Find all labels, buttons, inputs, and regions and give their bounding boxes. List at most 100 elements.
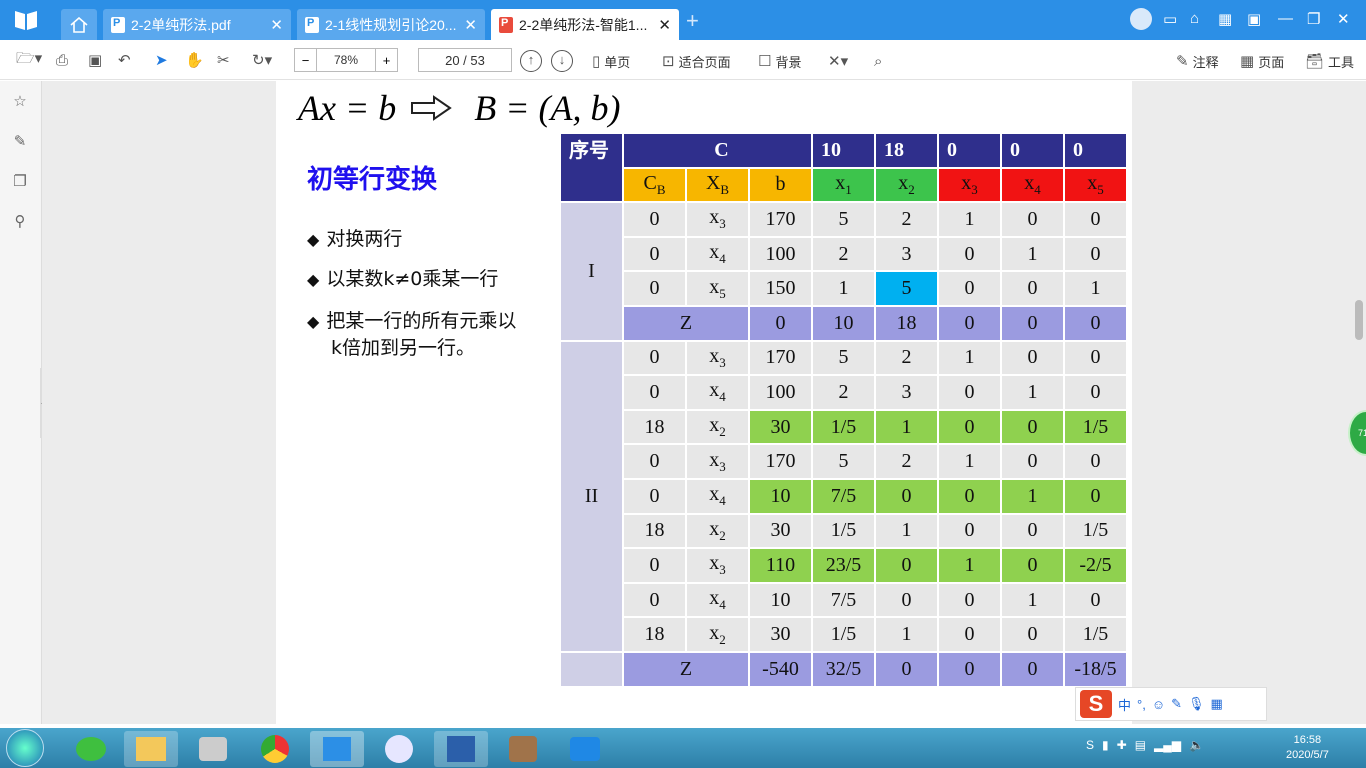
table-cell: 1/5 <box>811 512 876 550</box>
ime-toolbar[interactable]: S 中 °, ☺ ✎ 🎙 ▦ <box>1075 687 1267 721</box>
zoom-control[interactable]: − 78% + <box>294 48 398 72</box>
prev-page-icon[interactable]: ↑ <box>520 50 542 72</box>
rotate-icon[interactable]: ↻▾ <box>252 50 272 70</box>
window-mode-icon[interactable]: ▣ <box>1247 10 1261 28</box>
photo-app-icon[interactable] <box>496 731 550 767</box>
new-tab-button[interactable]: + <box>686 9 699 33</box>
table-cell-xb: x4 <box>685 374 750 411</box>
table-cell-cb: 0 <box>622 339 687 377</box>
header-c: C <box>622 132 813 169</box>
skin-icon[interactable]: ⌂ <box>1190 10 1199 27</box>
thumbnails-icon[interactable]: ❐ <box>10 172 30 192</box>
table-cell: 2 <box>811 235 876 273</box>
table-cell: 0 <box>937 512 1002 550</box>
home-tab-button[interactable] <box>61 9 97 40</box>
tab-label: 2-2单纯形法-智能1... <box>519 16 648 33</box>
grid-icon[interactable]: ▦ <box>1211 696 1223 712</box>
section-label: II <box>559 339 624 653</box>
crossed-tools-icon[interactable]: ✕▾ <box>828 51 848 71</box>
clipboard-tray-icon[interactable]: ▤ <box>1135 738 1146 752</box>
formula-right: B = (A, b) <box>474 88 621 128</box>
emoji-icon[interactable]: ☺ <box>1152 697 1165 712</box>
grid-icon[interactable]: ▦ <box>1218 10 1232 28</box>
zoom-in-button[interactable]: + <box>375 49 397 71</box>
table-cell: 18 <box>874 304 939 342</box>
tab-label: 2-1线性规划引论20... <box>325 16 457 33</box>
signal-icon[interactable]: ▂▄▆ <box>1154 738 1181 752</box>
pdf-reader-icon[interactable] <box>310 731 364 767</box>
table-cell: 1 <box>1000 477 1065 515</box>
annotate-button[interactable]: ✎ 注释 <box>1176 51 1219 71</box>
table-cell: 100 <box>748 374 813 411</box>
tools-button[interactable]: 🗃 工具 <box>1305 51 1354 71</box>
background-button[interactable]: ☐ 背景 <box>758 51 801 71</box>
sogou-tray-icon[interactable]: S <box>1086 738 1094 752</box>
cloud-app-icon[interactable] <box>558 731 612 767</box>
maximize-icon[interactable]: ❐ <box>1307 10 1320 28</box>
table-cell: 0 <box>1000 616 1065 653</box>
table-cell: 170 <box>748 201 813 238</box>
fit-page-button[interactable]: ⊡ 适合页面 <box>662 51 731 71</box>
bookmark-icon[interactable]: ☆ <box>10 92 30 112</box>
table-cell: 10 <box>811 304 876 342</box>
volume-icon[interactable]: 🔈 <box>1189 738 1204 752</box>
punctuation-icon[interactable]: °, <box>1137 697 1146 712</box>
hand-icon[interactable]: ✋ <box>185 50 204 70</box>
table-cell: 32/5 <box>811 650 876 688</box>
tab-pdf-3[interactable]: 2-2单纯形法-智能1... ✕ <box>491 9 679 40</box>
pages-button[interactable]: ▦ 页面 <box>1240 51 1284 71</box>
table-cell: -18/5 <box>1063 650 1128 688</box>
table-row: 18 x2 30 1/5 1 0 0 1/5 <box>560 408 1128 446</box>
table-cell: 10 <box>748 581 813 619</box>
table-cell-cb: 0 <box>622 374 687 411</box>
save-icon[interactable]: ▣ <box>88 50 102 70</box>
single-page-button[interactable]: ▯ 单页 <box>592 51 630 71</box>
bullet-item: ◆ 以某数k≠0乘某一行 <box>307 268 499 290</box>
search-icon[interactable]: ⌕ <box>874 51 882 71</box>
table-row: Z 0 10 18 0 0 0 <box>560 304 1128 342</box>
tab-pdf-2[interactable]: 2-1线性规划引论20... ✕ <box>297 9 485 40</box>
word-icon[interactable] <box>434 731 488 767</box>
security-tray-icon[interactable]: ✚ <box>1117 738 1127 752</box>
page-number-input[interactable]: 20 / 53 <box>418 48 512 72</box>
minimize-icon[interactable]: — <box>1278 10 1293 27</box>
table-cell: 1/5 <box>811 408 876 446</box>
table-row: 18 x2 30 1/5 1 0 0 1/5 <box>560 616 1128 653</box>
zoom-value[interactable]: 78% <box>317 49 375 71</box>
chrome-icon[interactable] <box>248 731 302 767</box>
table-cell: 3 <box>874 374 939 411</box>
undo-icon[interactable]: ↶ <box>118 50 131 70</box>
microphone-icon[interactable]: 🎙 <box>1188 696 1205 712</box>
next-page-icon[interactable]: ↓ <box>551 50 573 72</box>
close-icon[interactable]: ✕ <box>658 16 671 34</box>
file-explorer-icon[interactable] <box>124 731 178 767</box>
close-icon[interactable]: ✕ <box>464 16 477 34</box>
table-cell: 30 <box>748 616 813 653</box>
table-cell: 0 <box>937 477 1002 515</box>
avatar[interactable] <box>1130 8 1152 30</box>
tab-pdf-1[interactable]: 2-2单纯形法.pdf ✕ <box>103 9 291 40</box>
close-icon[interactable]: ✕ <box>270 16 283 34</box>
scissors-icon[interactable]: ✂ <box>217 50 230 70</box>
zoom-out-button[interactable]: − <box>295 49 317 71</box>
annotation-list-icon[interactable]: ✎ <box>10 132 30 152</box>
table-cell: 1 <box>937 201 1002 238</box>
page-icon: ▯ <box>592 53 601 70</box>
print-icon[interactable]: ⎙ <box>56 50 68 70</box>
wps-icon[interactable] <box>372 731 426 767</box>
vertical-scrollbar[interactable] <box>1355 300 1363 340</box>
search-sidebar-icon[interactable]: ⚲ <box>10 212 30 232</box>
message-icon[interactable]: ▭ <box>1163 10 1177 28</box>
ime-language[interactable]: 中 <box>1118 695 1131 714</box>
table-cell: 0 <box>874 650 939 688</box>
clock[interactable]: 16:58 2020/5/7 <box>1286 733 1329 763</box>
printer-app-icon[interactable] <box>186 731 240 767</box>
close-window-icon[interactable]: ✕ <box>1337 10 1350 28</box>
pen-icon[interactable]: ✎ <box>1171 696 1182 712</box>
reader-tray-icon[interactable]: ▮ <box>1102 738 1109 752</box>
wechat-icon[interactable] <box>64 731 118 767</box>
select-cursor-icon[interactable]: ➤ <box>155 50 168 70</box>
open-icon[interactable]: 🗁▾ <box>16 50 42 70</box>
start-button[interactable] <box>6 729 44 767</box>
table-cell: 0 <box>1000 408 1065 446</box>
